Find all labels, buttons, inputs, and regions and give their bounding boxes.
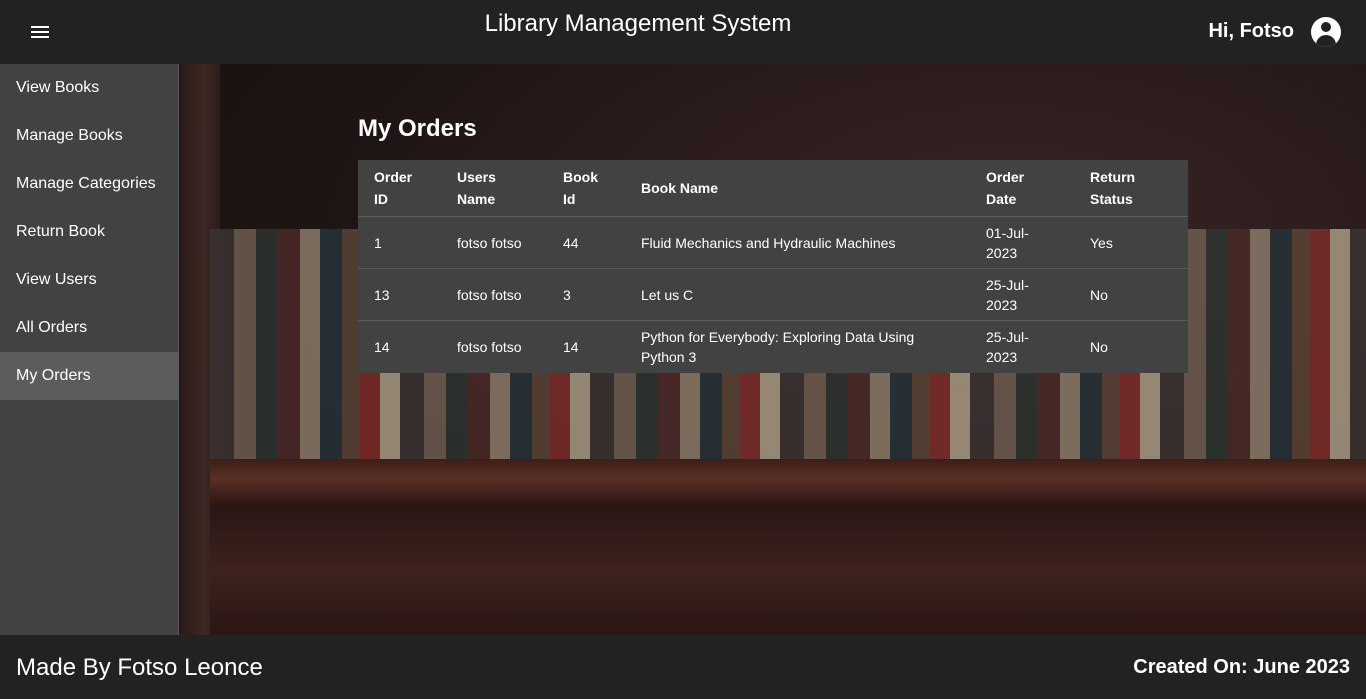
table-row[interactable]: 13 fotso fotso 3 Let us C 25-Jul-2023 No <box>358 268 1188 321</box>
cell-order-date: 25-Jul-2023 <box>970 268 1074 321</box>
cell-book-name: Python for Everybody: Exploring Data Usi… <box>641 328 915 365</box>
cell-return-status: No <box>1074 268 1188 321</box>
cell-book-id: 44 <box>547 216 625 269</box>
table-row[interactable]: 1 fotso fotso 44 Fluid Mechanics and Hyd… <box>358 216 1188 269</box>
footer: Made By Fotso Leonce Created On: June 20… <box>0 635 1366 699</box>
cell-book-id: 14 <box>563 338 579 355</box>
orders-table: Order ID Users Name Book Id Book Name Or… <box>358 160 1188 373</box>
sidebar-item-view-books[interactable]: View Books <box>0 64 178 112</box>
background-shelf <box>210 459 1366 507</box>
cell-users-name: fotso fotso <box>441 216 547 269</box>
cell-order-id: 14 <box>374 338 390 355</box>
sidebar-item-return-book[interactable]: Return Book <box>0 208 178 256</box>
sidebar-item-manage-books[interactable]: Manage Books <box>0 112 178 160</box>
cell-order-id: 1 <box>358 216 441 269</box>
table-header-row: Order ID Users Name Book Id Book Name Or… <box>358 160 1188 217</box>
cell-users-name: fotso fotso <box>441 268 547 321</box>
cell-order-date: 01-Jul-2023 <box>970 216 1074 269</box>
column-header-order-id[interactable]: Order ID <box>358 160 441 217</box>
cell-order-id: 13 <box>358 268 441 321</box>
cell-book-name: Let us C <box>625 268 970 321</box>
sidebar-item-manage-categories[interactable]: Manage Categories <box>0 160 178 208</box>
page-title: My Orders <box>358 115 477 142</box>
sidebar-item-my-orders[interactable]: My Orders <box>0 352 178 400</box>
sidebar-item-view-users[interactable]: View Users <box>0 256 178 304</box>
column-header-users-name[interactable]: Users Name <box>441 160 547 217</box>
table-row[interactable]: 14 fotso fotso 14 Python for Everybody: … <box>358 321 1188 373</box>
column-header-order-date[interactable]: Order Date <box>970 160 1074 217</box>
sidebar: View Books Manage Books Manage Categorie… <box>0 64 179 635</box>
top-app-bar: Library Management System Hi, Fotso <box>0 0 1366 64</box>
cell-book-name: Fluid Mechanics and Hydraulic Machines <box>625 216 970 269</box>
footer-credit: Made By Fotso Leonce <box>16 654 263 681</box>
user-greeting: Hi, Fotso <box>1208 20 1294 42</box>
cell-return-status: Yes <box>1074 216 1188 269</box>
main-content: My Orders Order ID Users Name Book Id Bo… <box>180 64 1366 635</box>
footer-created-date: Created On: June 2023 <box>1133 656 1350 678</box>
column-header-book-id[interactable]: Book Id <box>547 160 625 217</box>
background-shelf-lower <box>210 507 1366 635</box>
sidebar-item-all-orders[interactable]: All Orders <box>0 304 178 352</box>
cell-book-id: 3 <box>547 268 625 321</box>
cell-order-date: 25-Jul-2023 <box>986 328 1029 365</box>
cell-users-name: fotso fotso <box>457 338 522 355</box>
account-circle-icon[interactable] <box>1311 17 1341 47</box>
column-header-return-status[interactable]: Return Status <box>1074 160 1188 217</box>
cell-return-status: No <box>1090 338 1108 355</box>
column-header-book-name[interactable]: Book Name <box>625 160 970 217</box>
app-title: Library Management System <box>484 10 792 37</box>
